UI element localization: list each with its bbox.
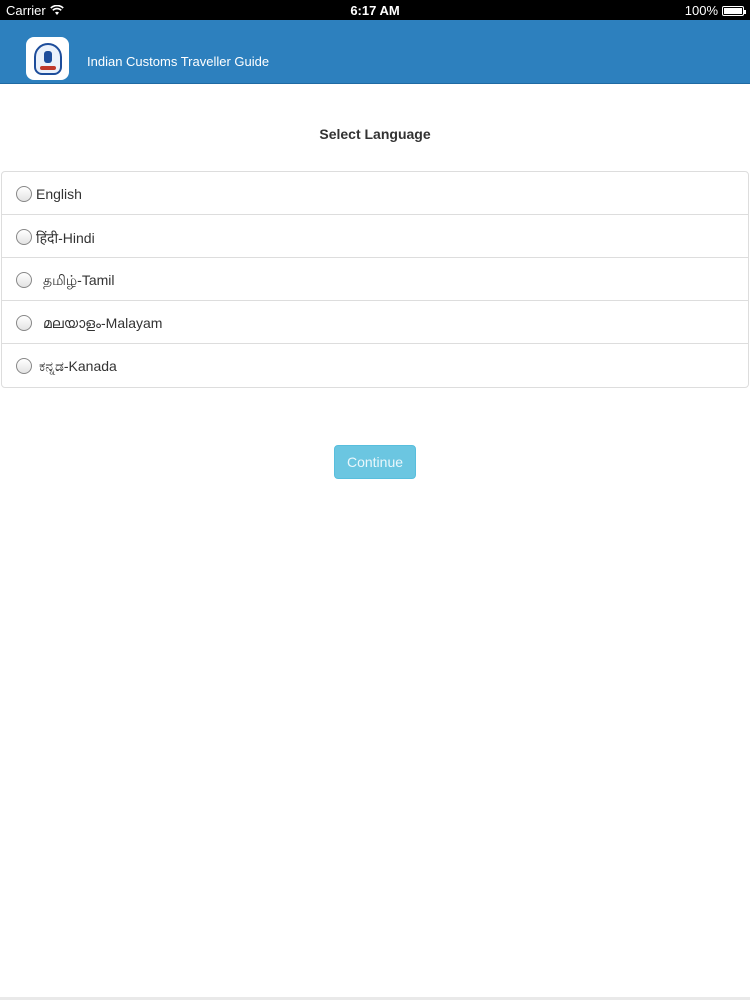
language-label: മലയാളം-Malayam	[43, 315, 163, 331]
language-option-tamil[interactable]: தமிழ்-Tamil	[2, 258, 748, 301]
language-label: English	[36, 186, 82, 202]
language-label: ಕನ್ನಡ-Kanada	[39, 358, 117, 374]
language-option-malayalam[interactable]: മലയാളം-Malayam	[2, 301, 748, 344]
battery-icon	[722, 5, 746, 16]
status-time: 6:17 AM	[350, 3, 400, 18]
app-title: Indian Customs Traveller Guide	[87, 54, 270, 69]
page-title: Select Language	[319, 126, 431, 142]
language-option-hindi[interactable]: हिंदी-Hindi	[2, 215, 748, 258]
language-label: தமிழ்-Tamil	[43, 272, 115, 288]
status-bar: Carrier 6:17 AM 100%	[0, 0, 750, 20]
radio-button[interactable]	[16, 229, 32, 245]
language-label: हिंदी-Hindi	[36, 230, 95, 246]
customs-emblem-icon	[33, 42, 62, 75]
battery-percent: 100%	[684, 3, 718, 18]
status-right: 100%	[684, 3, 746, 18]
language-list: English हिंदी-Hindi தமிழ்-Tamil മലയാളം-M…	[1, 171, 749, 388]
radio-button[interactable]	[16, 315, 32, 331]
language-option-kannada[interactable]: ಕನ್ನಡ-Kanada	[2, 344, 748, 387]
radio-button[interactable]	[16, 272, 32, 288]
continue-button[interactable]: Continue	[334, 445, 416, 479]
radio-button[interactable]	[16, 186, 32, 202]
radio-button[interactable]	[16, 358, 32, 374]
language-option-english[interactable]: English	[2, 172, 748, 215]
app-header: Indian Customs Traveller Guide	[0, 20, 750, 84]
app-logo	[26, 37, 69, 80]
